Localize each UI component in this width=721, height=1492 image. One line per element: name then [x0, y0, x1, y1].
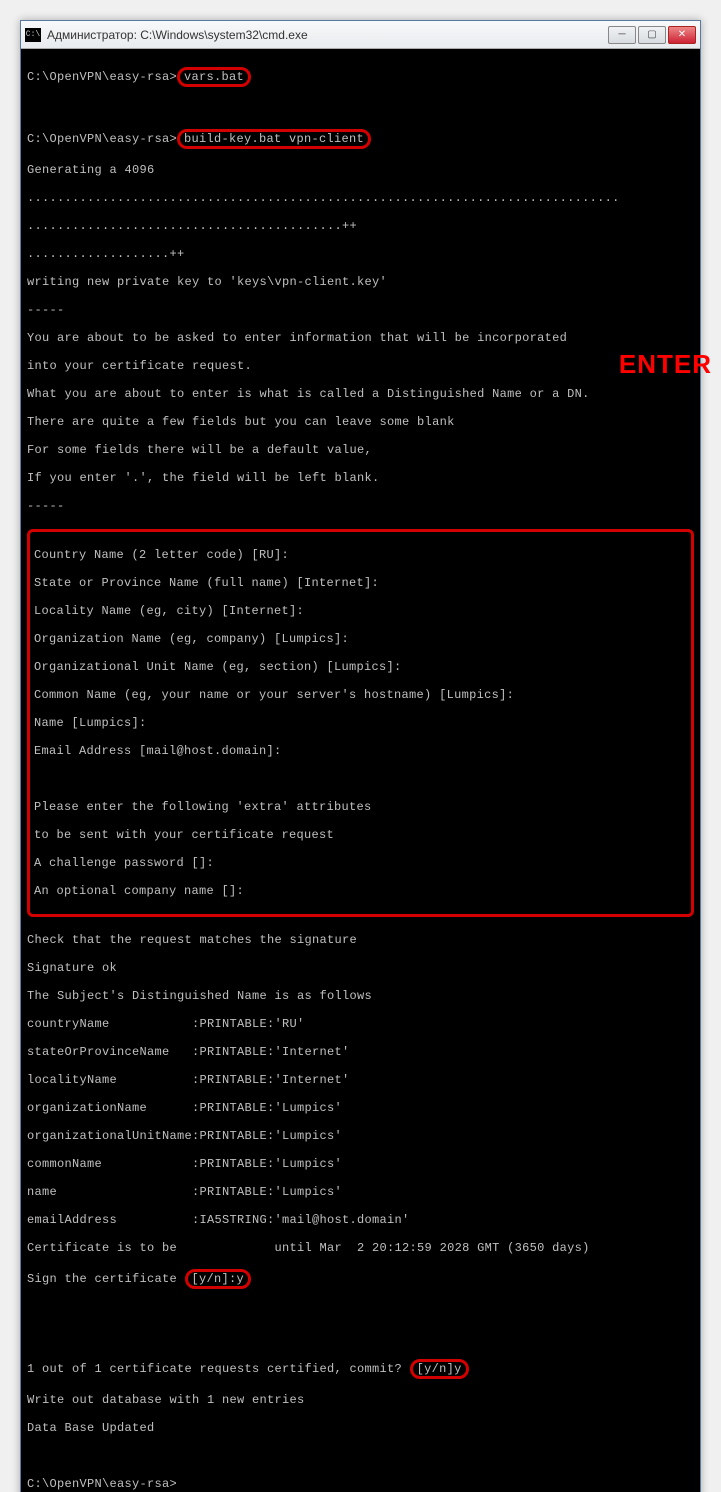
dn-prompt: State or Province Name (full name) [Inte…	[34, 576, 687, 590]
dn-prompt: Common Name (eg, your name or your serve…	[34, 688, 687, 702]
enter-annotation: ENTER	[619, 357, 712, 371]
dn-prompt: Locality Name (eg, city) [Internet]:	[34, 604, 687, 618]
output-line: ...................++	[27, 247, 694, 261]
close-button[interactable]: ✕	[668, 26, 696, 44]
prompt: C:\OpenVPN\easy-rsa>	[27, 132, 177, 146]
commit-line: 1 out of 1 certificate requests certifie…	[27, 1359, 694, 1379]
dn-prompt: Country Name (2 letter code) [RU]:	[34, 548, 687, 562]
sign-line: Sign the certificate [y/n]:y	[27, 1269, 694, 1289]
dn-prompt: Organization Name (eg, company) [Lumpics…	[34, 632, 687, 646]
maximize-button[interactable]: ▢	[638, 26, 666, 44]
output-line: You are about to be asked to enter infor…	[27, 331, 694, 345]
output-text: Sign the certificate	[27, 1272, 185, 1286]
output-line: localityName :PRINTABLE:'Internet'	[27, 1073, 694, 1087]
output-line: stateOrProvinceName :PRINTABLE:'Internet…	[27, 1045, 694, 1059]
output-line: ........................................…	[27, 191, 694, 205]
output-line: Data Base Updated	[27, 1421, 694, 1435]
cmd-window: C:\ Администратор: C:\Windows\system32\c…	[20, 20, 701, 1492]
output-text: 1 out of 1 certificate requests certifie…	[27, 1362, 410, 1376]
titlebar[interactable]: C:\ Администратор: C:\Windows\system32\c…	[21, 21, 700, 49]
output-line: Signature ok	[27, 961, 694, 975]
dn-prompt: Name [Lumpics]:	[34, 716, 687, 730]
output-line: into your certificate request.	[27, 359, 694, 373]
output-line: What you are about to enter is what is c…	[27, 387, 694, 401]
output-line: Generating a 4096	[27, 163, 694, 177]
output-line: countryName :PRINTABLE:'RU'	[27, 1017, 694, 1031]
output-line: to be sent with your certificate request	[34, 828, 687, 842]
command-highlight: build-key.bat vpn-client	[177, 129, 371, 149]
output-line: Check that the request matches the signa…	[27, 933, 694, 947]
output-line: -----	[27, 499, 694, 513]
cmd-icon: C:\	[25, 28, 41, 42]
window-controls: ─ ▢ ✕	[608, 26, 696, 44]
minimize-button[interactable]: ─	[608, 26, 636, 44]
output-line: For some fields there will be a default …	[27, 443, 694, 457]
output-line: The Subject's Distinguished Name is as f…	[27, 989, 694, 1003]
output-line: emailAddress :IA5STRING:'mail@host.domai…	[27, 1213, 694, 1227]
prompt: C:\OpenVPN\easy-rsa>	[27, 70, 177, 84]
prompt-line: C:\OpenVPN\easy-rsa>	[27, 1477, 694, 1491]
output-line: organizationalUnitName:PRINTABLE:'Lumpic…	[27, 1129, 694, 1143]
output-line: writing new private key to 'keys\vpn-cli…	[27, 275, 694, 289]
terminal-body[interactable]: C:\OpenVPN\easy-rsa>vars.bat C:\OpenVPN\…	[21, 49, 700, 1492]
dn-prompt: Organizational Unit Name (eg, section) […	[34, 660, 687, 674]
prompt-line: C:\OpenVPN\easy-rsa>vars.bat	[27, 67, 694, 87]
output-line: Certificate is to be until Mar 2 20:12:5…	[27, 1241, 694, 1255]
output-line: ........................................…	[27, 219, 694, 233]
dn-prompt: Email Address [mail@host.domain]:	[34, 744, 687, 758]
dn-input-highlight: Country Name (2 letter code) [RU]: State…	[27, 529, 694, 917]
yn-highlight: [y/n]:y	[185, 1269, 252, 1289]
output-line: If you enter '.', the field will be left…	[27, 471, 694, 485]
output-line: name :PRINTABLE:'Lumpics'	[27, 1185, 694, 1199]
output-line: A challenge password []:	[34, 856, 687, 870]
prompt-line: C:\OpenVPN\easy-rsa>build-key.bat vpn-cl…	[27, 129, 694, 149]
yn-highlight: [y/n]y	[410, 1359, 469, 1379]
output-line: There are quite a few fields but you can…	[27, 415, 694, 429]
command-highlight: vars.bat	[177, 67, 251, 87]
output-line: An optional company name []:	[34, 884, 687, 898]
output-line: -----	[27, 303, 694, 317]
output-line: commonName :PRINTABLE:'Lumpics'	[27, 1157, 694, 1171]
output-line: Write out database with 1 new entries	[27, 1393, 694, 1407]
output-line: organizationName :PRINTABLE:'Lumpics'	[27, 1101, 694, 1115]
output-line: Please enter the following 'extra' attri…	[34, 800, 687, 814]
window-title: Администратор: C:\Windows\system32\cmd.e…	[47, 28, 608, 42]
